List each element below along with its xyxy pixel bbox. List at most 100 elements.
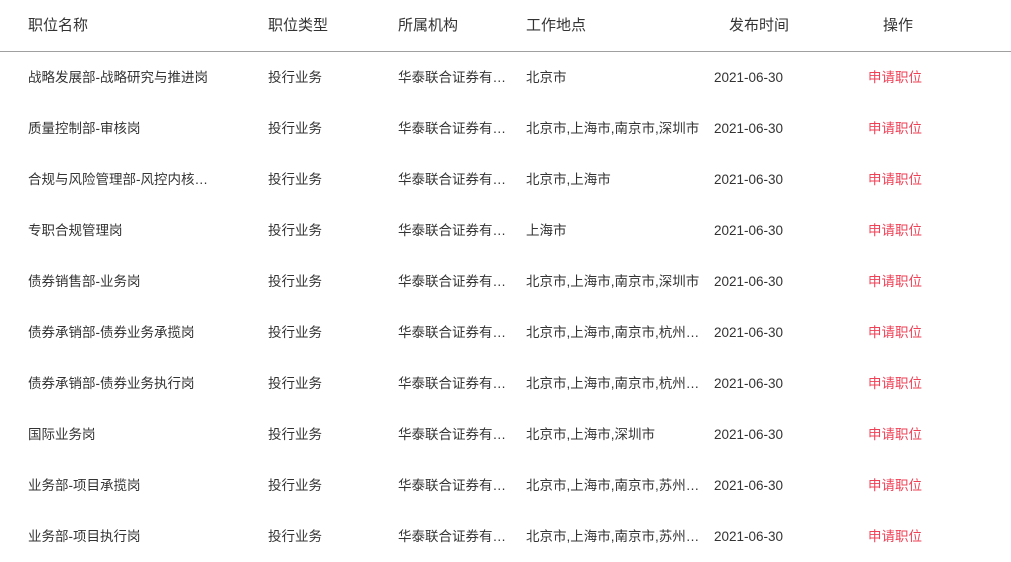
table-row: 债券承销部-债券业务承揽岗投行业务华泰联合证券有…北京市,上海市,南京市,杭州…… bbox=[0, 307, 1011, 358]
cell-job-type-text: 投行业务 bbox=[260, 358, 390, 409]
table-header: 职位名称 职位类型 所属机构 工作地点 发布时间 操作 bbox=[0, 0, 1011, 52]
cell-work-location-text: 北京市,上海市,南京市,深圳市 bbox=[518, 256, 713, 307]
cell-job-name-text: 业务部-项目承揽岗 bbox=[0, 460, 260, 511]
cell-organization-text: 华泰联合证券有… bbox=[390, 307, 516, 358]
cell-job-name-text: 战略发展部-战略研究与推进岗 bbox=[0, 52, 260, 103]
column-header-job-name-label: 职位名称 bbox=[0, 1, 260, 51]
cell-job-name-text: 债券承销部-债券业务承揽岗 bbox=[0, 307, 260, 358]
table-row: 债券承销部-债券业务执行岗投行业务华泰联合证券有…北京市,上海市,南京市,杭州…… bbox=[0, 358, 1011, 409]
job-listing-panel: 职位名称 职位类型 所属机构 工作地点 发布时间 操作 战略发展部-战 bbox=[0, 0, 1011, 547]
cell-job-type-text: 投行业务 bbox=[260, 460, 390, 511]
column-header-work-location-label: 工作地点 bbox=[518, 1, 713, 51]
cell-job-type-text: 投行业务 bbox=[260, 307, 390, 358]
column-header-job-type: 职位类型 bbox=[260, 0, 390, 52]
cell-job-type: 投行业务 bbox=[260, 358, 390, 409]
column-header-publish-date: 发布时间 bbox=[713, 0, 853, 52]
job-listing-table: 职位名称 职位类型 所属机构 工作地点 发布时间 操作 战略发展部-战 bbox=[0, 0, 1011, 562]
action-cell-content: 申请职位 bbox=[853, 409, 1011, 460]
table-body: 战略发展部-战略研究与推进岗投行业务华泰联合证券有…北京市2021-06-30申… bbox=[0, 52, 1011, 562]
apply-job-link[interactable]: 申请职位 bbox=[868, 274, 922, 289]
cell-organization: 华泰联合证券有… bbox=[390, 307, 518, 358]
cell-job-name-text: 业务部-项目执行岗 bbox=[0, 511, 260, 562]
apply-job-link[interactable]: 申请职位 bbox=[868, 325, 922, 340]
cell-job-name: 国际业务岗 bbox=[0, 409, 260, 460]
cell-publish-date: 2021-06-30 bbox=[713, 52, 853, 104]
apply-job-link[interactable]: 申请职位 bbox=[868, 376, 922, 391]
cell-job-type: 投行业务 bbox=[260, 205, 390, 256]
table-row: 业务部-项目承揽岗投行业务华泰联合证券有…北京市,上海市,南京市,苏州…2021… bbox=[0, 460, 1011, 511]
cell-organization-text: 华泰联合证券有… bbox=[390, 460, 516, 511]
cell-work-location-text: 北京市,上海市,南京市,杭州… bbox=[518, 307, 713, 358]
cell-work-location: 北京市 bbox=[518, 52, 713, 104]
cell-publish-date: 2021-06-30 bbox=[713, 511, 853, 562]
cell-work-location-text: 北京市,上海市 bbox=[518, 154, 713, 205]
apply-job-link[interactable]: 申请职位 bbox=[868, 70, 922, 85]
table-row: 国际业务岗投行业务华泰联合证券有…北京市,上海市,深圳市2021-06-30 申请… bbox=[0, 409, 1011, 460]
cell-publish-date-text: 2021-06-30 bbox=[713, 256, 853, 307]
cell-publish-date-text: 2021-06-30 bbox=[713, 307, 853, 358]
cell-job-name-text: 专职合规管理岗 bbox=[0, 205, 260, 256]
cell-publish-date-text: 2021-06-30 bbox=[713, 103, 853, 154]
cell-publish-date: 2021-06-30 bbox=[713, 205, 853, 256]
cell-organization: 华泰联合证券有… bbox=[390, 52, 518, 104]
cell-job-type: 投行业务 bbox=[260, 460, 390, 511]
cell-work-location: 北京市,上海市,深圳市 bbox=[518, 409, 713, 460]
table-row: 战略发展部-战略研究与推进岗投行业务华泰联合证券有…北京市2021-06-30 申… bbox=[0, 52, 1011, 104]
cell-publish-date: 2021-06-30 bbox=[713, 103, 853, 154]
cell-work-location: 北京市,上海市,南京市,深圳市 bbox=[518, 256, 713, 307]
cell-organization: 华泰联合证券有… bbox=[390, 205, 518, 256]
action-cell-content: 申请职位 bbox=[853, 205, 1011, 256]
column-header-organization-label: 所属机构 bbox=[390, 1, 518, 51]
column-header-job-type-label: 职位类型 bbox=[260, 1, 390, 51]
cell-organization: 华泰联合证券有… bbox=[390, 103, 518, 154]
cell-action: 申请职位 bbox=[853, 205, 1011, 256]
cell-work-location: 北京市,上海市,南京市,杭州… bbox=[518, 307, 713, 358]
cell-job-type: 投行业务 bbox=[260, 256, 390, 307]
apply-job-link[interactable]: 申请职位 bbox=[868, 172, 922, 187]
cell-action: 申请职位 bbox=[853, 358, 1011, 409]
cell-action: 申请职位 bbox=[853, 103, 1011, 154]
cell-organization: 华泰联合证券有… bbox=[390, 358, 518, 409]
cell-publish-date: 2021-06-30 bbox=[713, 307, 853, 358]
cell-action: 申请职位 bbox=[853, 52, 1011, 104]
apply-job-link[interactable]: 申请职位 bbox=[868, 529, 922, 544]
cell-organization-text: 华泰联合证券有… bbox=[390, 103, 516, 154]
table-row: 债券销售部-业务岗投行业务华泰联合证券有…北京市,上海市,南京市,深圳市2021… bbox=[0, 256, 1011, 307]
cell-job-type-text: 投行业务 bbox=[260, 511, 390, 562]
cell-publish-date: 2021-06-30 bbox=[713, 460, 853, 511]
apply-job-link[interactable]: 申请职位 bbox=[868, 478, 922, 493]
cell-publish-date: 2021-06-30 bbox=[713, 154, 853, 205]
cell-action: 申请职位 bbox=[853, 511, 1011, 562]
cell-publish-date-text: 2021-06-30 bbox=[713, 409, 853, 460]
cell-organization-text: 华泰联合证券有… bbox=[390, 205, 516, 256]
cell-job-type: 投行业务 bbox=[260, 409, 390, 460]
cell-job-name: 战略发展部-战略研究与推进岗 bbox=[0, 52, 260, 104]
action-cell-content: 申请职位 bbox=[853, 358, 1011, 409]
action-cell-content: 申请职位 bbox=[853, 307, 1011, 358]
table-header-row: 职位名称 职位类型 所属机构 工作地点 发布时间 操作 bbox=[0, 0, 1011, 52]
apply-job-link[interactable]: 申请职位 bbox=[868, 121, 922, 136]
cell-organization-text: 华泰联合证券有… bbox=[390, 511, 516, 562]
apply-job-link[interactable]: 申请职位 bbox=[868, 427, 922, 442]
cell-action: 申请职位 bbox=[853, 256, 1011, 307]
action-cell-content: 申请职位 bbox=[853, 511, 1011, 562]
cell-work-location-text: 北京市,上海市,南京市,苏州… bbox=[518, 460, 713, 511]
column-header-job-name: 职位名称 bbox=[0, 0, 260, 52]
cell-organization: 华泰联合证券有… bbox=[390, 256, 518, 307]
cell-job-type: 投行业务 bbox=[260, 307, 390, 358]
cell-job-name-text: 国际业务岗 bbox=[0, 409, 260, 460]
cell-publish-date-text: 2021-06-30 bbox=[713, 205, 853, 256]
apply-job-link[interactable]: 申请职位 bbox=[868, 223, 922, 238]
cell-work-location-text: 北京市 bbox=[518, 52, 713, 103]
cell-work-location-text: 北京市,上海市,深圳市 bbox=[518, 409, 713, 460]
cell-publish-date: 2021-06-30 bbox=[713, 256, 853, 307]
cell-job-type-text: 投行业务 bbox=[260, 52, 390, 103]
cell-publish-date: 2021-06-30 bbox=[713, 409, 853, 460]
cell-job-name-text: 合规与风险管理部-风控内核… bbox=[0, 154, 260, 205]
cell-job-type: 投行业务 bbox=[260, 52, 390, 104]
cell-organization-text: 华泰联合证券有… bbox=[390, 409, 516, 460]
action-cell-content: 申请职位 bbox=[853, 460, 1011, 511]
cell-work-location-text: 北京市,上海市,南京市,深圳市 bbox=[518, 103, 713, 154]
cell-job-type-text: 投行业务 bbox=[260, 256, 390, 307]
cell-action: 申请职位 bbox=[853, 307, 1011, 358]
